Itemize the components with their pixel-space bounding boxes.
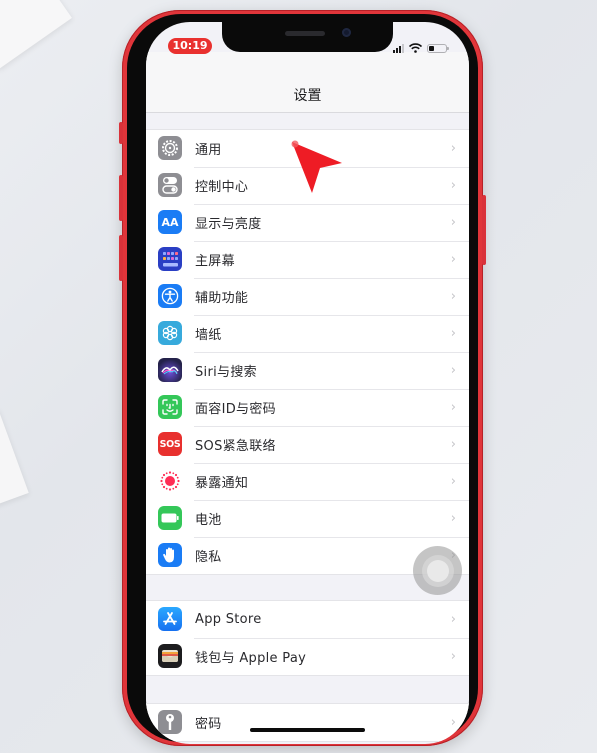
settings-row-label: 控制中心	[195, 180, 249, 195]
exposure-notification-icon	[158, 469, 182, 493]
settings-group-3: 密码 ›	[146, 703, 469, 742]
wallet-icon	[158, 644, 182, 668]
phone-bezel: 10:19 设置 通用 › 控制中心 › AA 显示与亮度 › 主屏幕 › 辅助…	[127, 14, 478, 744]
phone-screen: 10:19 设置 通用 › 控制中心 › AA 显示与亮度 › 主屏幕 › 辅助…	[146, 22, 469, 744]
settings-row-label: 显示与亮度	[195, 217, 262, 232]
settings-row-label: SOS紧急联络	[195, 439, 276, 454]
volume-down-button	[119, 235, 123, 281]
background-paper	[0, 408, 29, 512]
settings-row-passwords[interactable]: 密码 ›	[146, 704, 469, 741]
settings-row-exposure-notifications[interactable]: 暴露通知 ›	[146, 463, 469, 500]
mute-switch	[119, 122, 123, 144]
flower-icon	[158, 321, 182, 345]
chevron-right-icon: ›	[450, 326, 456, 341]
settings-row-face-id[interactable]: 面容ID与密码 ›	[146, 389, 469, 426]
settings-row-label: App Store	[195, 612, 262, 627]
settings-row-label: Siri与搜索	[195, 365, 257, 380]
key-icon	[158, 710, 182, 734]
background-paper	[0, 0, 72, 70]
page-title: 设置	[293, 88, 322, 104]
settings-row-wallet-apple-pay[interactable]: 钱包与 Apple Pay ›	[146, 638, 469, 675]
settings-row-label: 主屏幕	[195, 254, 235, 269]
settings-row-app-store[interactable]: App Store ›	[146, 601, 469, 638]
chevron-right-icon: ›	[450, 474, 456, 489]
chevron-right-icon: ›	[450, 649, 456, 664]
battery-icon	[158, 506, 182, 530]
status-icons	[393, 41, 449, 53]
settings-row-accessibility[interactable]: 辅助功能 ›	[146, 278, 469, 315]
text-size-icon: AA	[158, 210, 182, 234]
settings-row-wallpaper[interactable]: 墙纸 ›	[146, 315, 469, 352]
assistive-touch-button[interactable]	[413, 546, 462, 595]
siri-icon	[158, 358, 182, 382]
chevron-right-icon: ›	[450, 141, 456, 156]
hand-icon	[158, 543, 182, 567]
battery-level	[429, 46, 435, 51]
settings-row-label: 隐私	[195, 550, 222, 565]
chevron-right-icon: ›	[450, 215, 456, 230]
red-pointer-cursor-icon	[291, 140, 342, 193]
navigation-bar: 设置	[146, 52, 469, 113]
settings-row-label: 面容ID与密码	[195, 402, 276, 417]
earpiece-speaker	[285, 31, 325, 36]
settings-group-2: App Store › 钱包与 Apple Pay ›	[146, 600, 469, 676]
settings-row-emergency-sos[interactable]: SOS SOS紧急联络 ›	[146, 426, 469, 463]
home-screen-grid-icon	[158, 247, 182, 271]
home-indicator[interactable]	[250, 728, 365, 732]
settings-row-battery[interactable]: 电池 ›	[146, 500, 469, 537]
accessibility-icon	[158, 284, 182, 308]
settings-row-label: 墙纸	[195, 328, 222, 343]
face-id-icon	[158, 395, 182, 419]
wifi-icon	[409, 43, 422, 53]
cellular-signal-icon	[393, 44, 404, 53]
notch	[222, 22, 393, 52]
sos-icon: SOS	[158, 432, 182, 456]
power-button	[482, 195, 486, 265]
phone-frame: 10:19 设置 通用 › 控制中心 › AA 显示与亮度 › 主屏幕 › 辅助…	[119, 10, 486, 746]
settings-row-label: 辅助功能	[195, 291, 249, 306]
settings-row-home-screen[interactable]: 主屏幕 ›	[146, 241, 469, 278]
chevron-right-icon: ›	[450, 400, 456, 415]
volume-up-button	[119, 175, 123, 221]
settings-row-label: 电池	[195, 513, 222, 528]
chevron-right-icon: ›	[450, 715, 456, 730]
settings-row-label: 通用	[195, 143, 222, 158]
toggles-icon	[158, 173, 182, 197]
chevron-right-icon: ›	[450, 289, 456, 304]
chevron-right-icon: ›	[450, 437, 456, 452]
settings-row-siri-search[interactable]: Siri与搜索 ›	[146, 352, 469, 389]
chevron-right-icon: ›	[450, 363, 456, 378]
chevron-right-icon: ›	[450, 612, 456, 627]
status-time[interactable]: 10:19	[168, 38, 212, 54]
settings-row-label: 钱包与 Apple Pay	[195, 651, 307, 666]
settings-row-label: 密码	[195, 717, 222, 732]
chevron-right-icon: ›	[450, 252, 456, 267]
settings-row-display-brightness[interactable]: AA 显示与亮度 ›	[146, 204, 469, 241]
chevron-right-icon: ›	[450, 178, 456, 193]
chevron-right-icon: ›	[450, 511, 456, 526]
settings-row-label: 暴露通知	[195, 476, 249, 491]
gear-icon	[158, 136, 182, 160]
battery-low-icon	[427, 44, 449, 53]
app-store-icon	[158, 607, 182, 631]
front-camera	[342, 28, 351, 37]
